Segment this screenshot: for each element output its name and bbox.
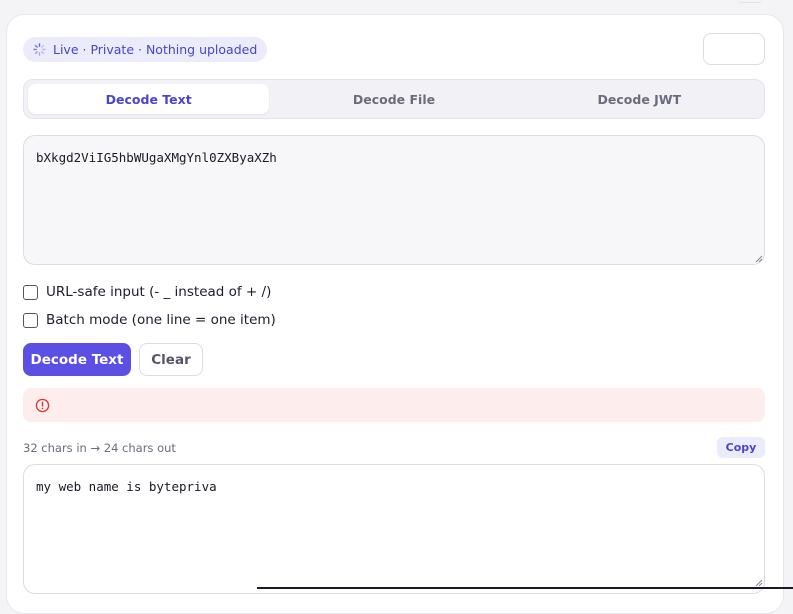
decode-button[interactable]: Decode Text	[23, 343, 131, 376]
batch-mode-checkbox[interactable]	[23, 312, 38, 328]
char-count-stats: 32 chars in → 24 chars out	[23, 441, 176, 455]
url-safe-checkbox[interactable]	[23, 284, 38, 300]
header-action-button[interactable]	[703, 33, 765, 65]
top-edge-decoration	[738, 0, 762, 3]
output-resize-grip-icon[interactable]	[755, 579, 763, 587]
url-safe-option[interactable]: URL-safe input (- _ instead of + /)	[23, 284, 271, 300]
spinner-icon	[33, 43, 46, 56]
batch-mode-option[interactable]: Batch mode (one line = one item)	[23, 312, 276, 328]
status-text: Live · Private · Nothing uploaded	[53, 42, 258, 57]
copy-button[interactable]: Copy	[717, 437, 765, 458]
decoded-output[interactable]: my web name is bytepriva	[23, 464, 765, 594]
tab-decode-text[interactable]: Decode Text	[28, 84, 270, 114]
mode-tabs: Decode Text Decode File Decode JWT	[23, 79, 765, 119]
resize-grip-icon[interactable]	[755, 255, 763, 263]
base64-input[interactable]: bXkgd2ViIG5hbWUgaXMgYnl0ZXByaXZh	[23, 135, 765, 265]
tab-decode-file[interactable]: Decode File	[273, 84, 514, 114]
url-safe-label: URL-safe input (- _ instead of + /)	[46, 284, 272, 300]
error-message	[23, 388, 765, 422]
batch-mode-label: Batch mode (one line = one item)	[46, 312, 276, 328]
clear-button[interactable]: Clear	[139, 343, 203, 376]
alert-circle-icon	[35, 398, 50, 412]
status-badge: Live · Private · Nothing uploaded	[23, 37, 268, 62]
tab-decode-jwt[interactable]: Decode JWT	[519, 84, 760, 114]
